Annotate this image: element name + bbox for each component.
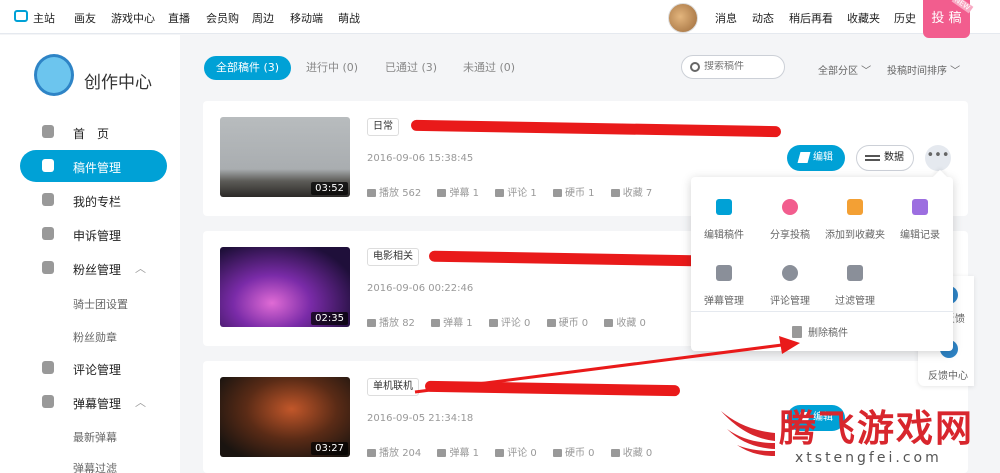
watermark-text: 腾飞游戏网	[779, 406, 974, 450]
watermark-url: xtstengfei.com	[795, 450, 942, 466]
watermark-wing-logo	[721, 411, 775, 456]
site-watermark: 腾飞游戏网 xtstengfei.com	[717, 395, 1000, 473]
